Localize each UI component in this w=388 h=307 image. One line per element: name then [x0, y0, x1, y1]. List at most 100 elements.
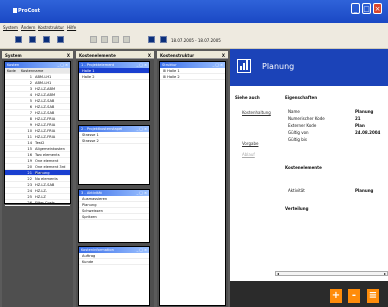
window-controls[interactable]: _ □ ×: [58, 63, 69, 67]
maximize-button[interactable]: □: [362, 3, 371, 14]
window-controls[interactable]: _ □ ×: [137, 127, 148, 131]
open-icon[interactable]: [29, 36, 36, 43]
panel-header: Kostenstruktur X: [157, 51, 228, 59]
paste-icon[interactable]: [112, 36, 119, 43]
row-code: 14: [27, 141, 32, 145]
property-value: 21: [355, 116, 361, 121]
row-code: 10: [27, 129, 32, 133]
row-name: Filter Costs: [35, 201, 55, 205]
row-code: 24: [27, 189, 32, 193]
verteilung-heading: Verteilung: [285, 206, 309, 211]
property-value: 24.08.2004: [355, 130, 381, 135]
workspace: System X Kosten _ □ × Kode Kostenname 1 ABM-…: [0, 49, 388, 307]
kosten-list: Kosten _ □ × Kode Kostenname 1 ABM-LH1 2 ABM-…: [4, 61, 71, 206]
menu-bar: System Ändern Kostrstruktur Hilfe: [0, 23, 388, 31]
list-item[interactable]: Kunde: [79, 259, 149, 265]
panel-title: System: [5, 53, 22, 58]
row-code: 11: [27, 135, 32, 139]
row-name: HZ-LZ-ABM: [35, 87, 56, 91]
row-name: HZ-LZ-: [35, 189, 48, 193]
horizontal-scrollbar[interactable]: ◂ ▸: [275, 271, 388, 276]
row-name: One element: [35, 159, 59, 163]
copy-icon[interactable]: [101, 36, 108, 43]
row-code: 9: [29, 123, 32, 127]
row-name: No elements: [35, 177, 58, 181]
title-bar: ProCost _ □ ×: [0, 0, 388, 23]
delete-icon[interactable]: [123, 36, 130, 43]
minimize-button[interactable]: _: [351, 3, 360, 14]
chart-icon[interactable]: [160, 36, 167, 43]
close-icon[interactable]: X: [67, 53, 70, 58]
list-item[interactable]: Halle 2: [79, 74, 149, 80]
list-button[interactable]: ≡: [367, 289, 379, 303]
menu-system[interactable]: System: [3, 25, 18, 30]
property-label: Name: [288, 109, 300, 114]
close-icon[interactable]: X: [148, 53, 151, 58]
row-name: Test2: [35, 141, 45, 145]
link-kostenhaltung[interactable]: Kostenhaltung: [242, 110, 271, 115]
row-code: 5: [29, 99, 32, 103]
row-code: 20: [27, 165, 32, 169]
list-item[interactable]: Spritzen: [79, 214, 149, 220]
window-controls[interactable]: _ □ ×: [137, 63, 148, 67]
scroll-right-icon[interactable]: ▸: [384, 271, 386, 276]
property-value: Plan: [355, 123, 365, 128]
row-code: 23: [27, 183, 32, 187]
tree-item[interactable]: ⊞ Halle 2: [160, 74, 225, 80]
menu-hilfe[interactable]: Hilfe: [67, 25, 76, 30]
col-kostenname[interactable]: Kostenname: [21, 68, 70, 73]
property-label: Externer Kode: [288, 123, 317, 128]
row-code: 22: [27, 177, 32, 181]
row-name: HZ-LZ-FRIA: [35, 117, 56, 121]
remove-button[interactable]: -: [348, 289, 360, 303]
row-name: Two elements: [35, 153, 60, 157]
menu-kostrstruktur[interactable]: Kostrstruktur: [38, 25, 64, 30]
row-code: 2: [29, 81, 32, 85]
print-icon[interactable]: [57, 36, 64, 43]
siehe-auch-heading: Siehe auch: [235, 95, 260, 100]
panel-title: Kostenstruktur: [160, 53, 195, 58]
row-code: 3: [29, 87, 32, 91]
panel-header: Kostenelemente X: [76, 51, 154, 59]
tree-header: Struktur _ □ ×: [160, 62, 225, 68]
cut-icon[interactable]: [90, 36, 97, 43]
row-name: HZ-LZ-ABM: [35, 93, 56, 97]
row-code: 6: [29, 105, 32, 109]
app-title: ProCost: [18, 8, 41, 14]
list-title: 3 - Aktivität: [81, 191, 102, 195]
list-title: Kosteninformation: [81, 248, 114, 252]
row-name: HZ-LZ-FRIA: [35, 129, 56, 133]
close-button[interactable]: ×: [373, 3, 382, 14]
tree-item-label: Halle 1: [167, 69, 180, 73]
add-button[interactable]: +: [330, 289, 342, 303]
menu-andern[interactable]: Ändern: [21, 25, 35, 30]
kosten-header: Kosten _ □ ×: [5, 62, 70, 68]
kostenelemente-panel: Kostenelemente X 1 - Projektelement _ □ × …: [76, 51, 154, 307]
col-kode[interactable]: Kode: [5, 68, 21, 73]
window-controls[interactable]: _ □ ×: [213, 63, 224, 67]
row-code: 16: [27, 153, 32, 157]
link-vorgabe[interactable]: Vorgabe: [242, 141, 258, 146]
detail-title: Planung: [262, 62, 295, 71]
kosteninfo-list: Kosteninformation _ □ × Auftrag Kunde: [78, 246, 150, 306]
close-icon[interactable]: X: [222, 53, 225, 58]
row-name: One element 3rd level: [35, 165, 66, 175]
scroll-left-icon[interactable]: ◂: [277, 271, 279, 276]
projektkosten-list: 2 - Projektkostenstapel _ □ × Strasse 1 S…: [78, 125, 150, 185]
row-code: 1: [29, 75, 32, 79]
link-ablauf[interactable]: Ablauf: [242, 152, 255, 157]
window-controls[interactable]: _ □ ×: [137, 248, 148, 252]
row-code: 4: [29, 93, 32, 97]
window-controls[interactable]: _ □ ×: [137, 191, 148, 195]
save-icon[interactable]: [43, 36, 50, 43]
eigenschaften-heading: Eigenschaften: [285, 95, 318, 100]
kosten-rows: 1 ABM-LH1 2 ABM-LH1 3 HZ-LZ-ABM 4 HZ-LZ-ABM 5 HZ-…: [5, 74, 70, 206]
new-icon[interactable]: [15, 36, 22, 43]
aktivitaet-list: 3 - Aktivität _ □ × Ausmassieren Planung …: [78, 189, 150, 243]
list-item[interactable]: Strasse 2: [79, 138, 149, 144]
row-code: 26: [27, 201, 32, 205]
calendar-icon[interactable]: [148, 36, 155, 43]
panel-header: System X: [2, 51, 73, 59]
row-name: Planung: [35, 171, 50, 175]
table-row[interactable]: 26 Filter Costs: [5, 200, 70, 206]
